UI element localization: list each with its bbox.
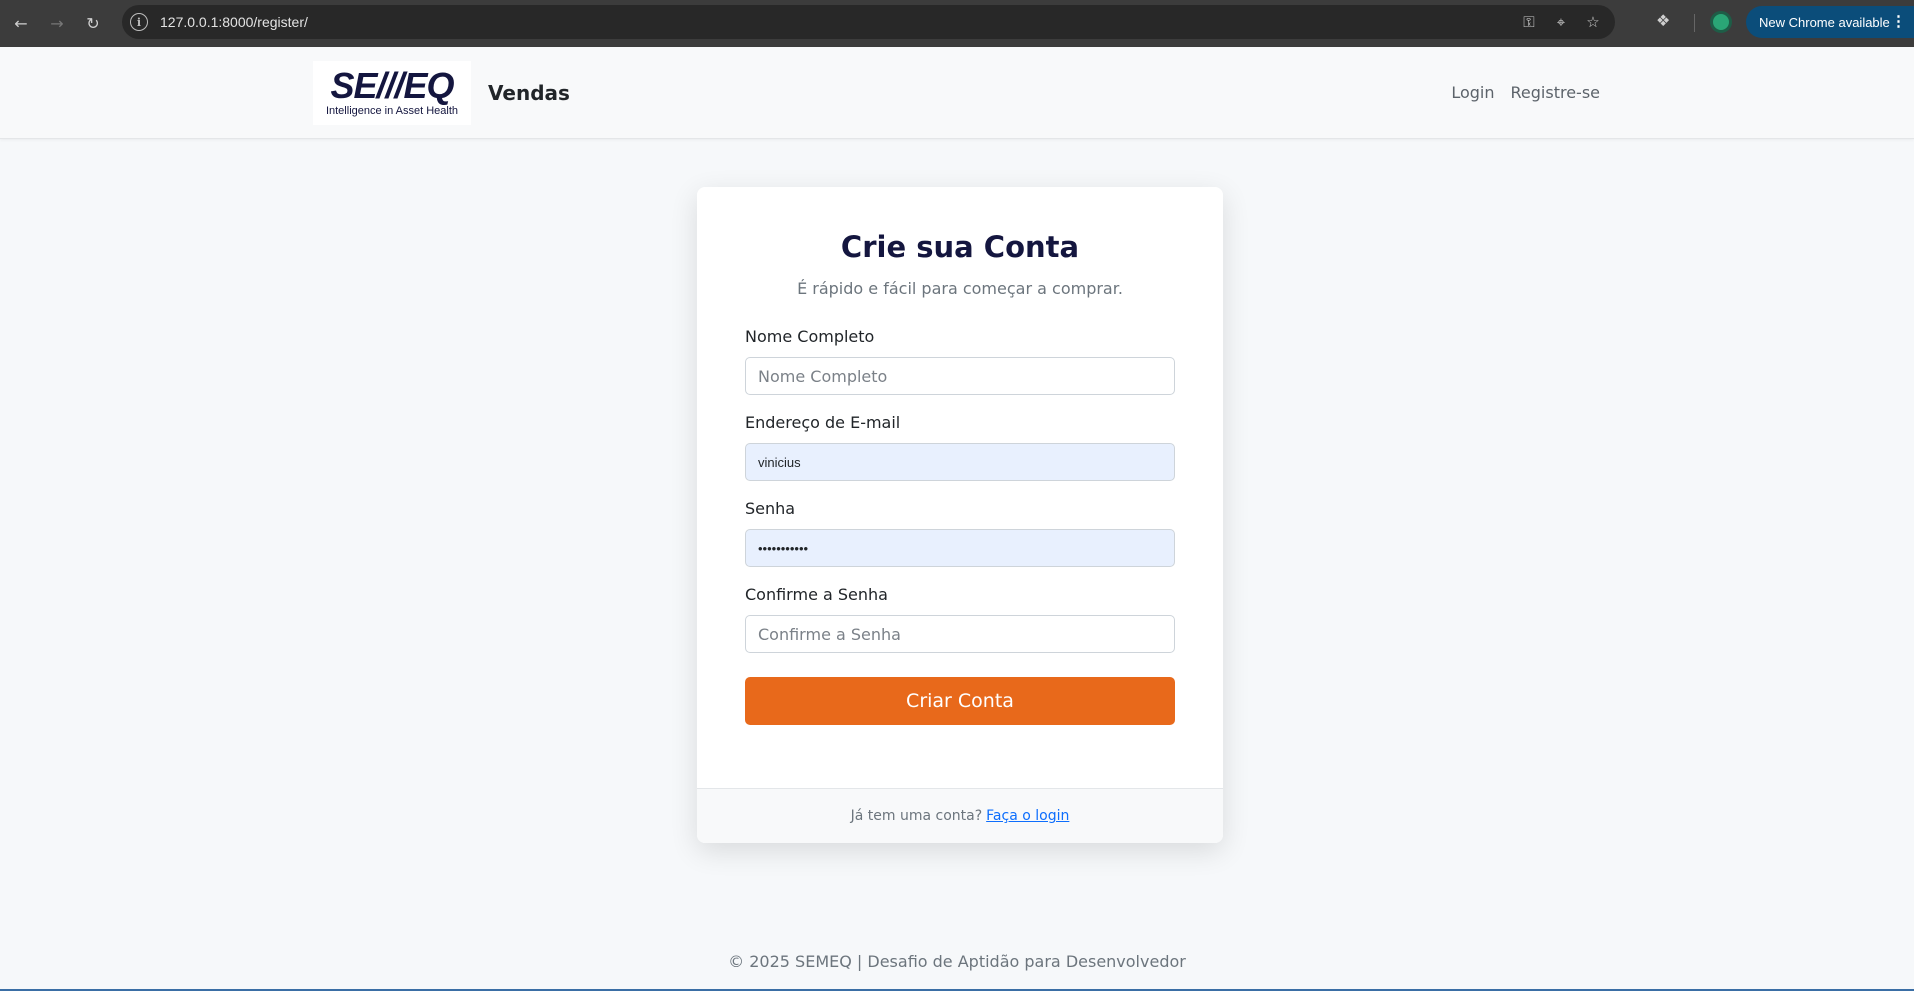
site-info-icon[interactable]: i bbox=[130, 13, 148, 31]
form-subtitle: É rápido e fácil para começar a comprar. bbox=[797, 279, 1123, 298]
site-header: SE///EQ Intelligence in Asset Health Ven… bbox=[0, 47, 1914, 139]
update-label: New Chrome available bbox=[1759, 14, 1890, 30]
toolbar-divider bbox=[1694, 14, 1695, 32]
menu-dots-icon[interactable]: ⋮ bbox=[1891, 12, 1906, 30]
confirm-password-label: Confirme a Senha bbox=[745, 585, 888, 604]
confirm-password-input[interactable] bbox=[745, 615, 1175, 653]
key-icon[interactable]: ⚿ bbox=[1519, 13, 1539, 31]
logo-wordmark: SE///EQ bbox=[330, 65, 454, 106]
back-arrow-icon[interactable]: ← bbox=[6, 9, 36, 39]
brand-title[interactable]: Vendas bbox=[488, 81, 570, 105]
bookmark-star-icon[interactable]: ☆ bbox=[1583, 13, 1603, 31]
browser-toolbar: ← → ↻ i 127.0.0.1:8000/register/ ⚿ ⌖ ☆ ❖… bbox=[0, 0, 1914, 47]
register-card: Crie sua Conta É rápido e fácil para com… bbox=[697, 187, 1223, 843]
login-prompt-text: Já tem uma conta? bbox=[850, 808, 983, 824]
name-label: Nome Completo bbox=[745, 327, 875, 346]
extensions-puzzle-icon[interactable]: ❖ bbox=[1656, 11, 1670, 30]
card-footer: Já tem uma conta? Faça o login bbox=[697, 788, 1223, 843]
login-link[interactable]: Faça o login bbox=[986, 808, 1069, 824]
reload-icon[interactable]: ↻ bbox=[78, 9, 108, 39]
name-input[interactable] bbox=[745, 357, 1175, 395]
logo-tagline: Intelligence in Asset Health bbox=[325, 105, 459, 117]
form-title: Crie sua Conta bbox=[840, 230, 1080, 264]
email-label: Endereço de E-mail bbox=[745, 413, 901, 432]
password-input[interactable] bbox=[745, 529, 1175, 567]
page-footer: © 2025 SEMEQ | Desafio de Aptidão para D… bbox=[728, 952, 1186, 971]
email-input[interactable] bbox=[745, 443, 1175, 481]
nav-register-link[interactable]: Registre-se bbox=[1511, 83, 1600, 102]
password-label: Senha bbox=[745, 499, 796, 518]
forward-arrow-icon[interactable]: → bbox=[42, 9, 72, 39]
location-pin-icon[interactable]: ⌖ bbox=[1551, 13, 1571, 31]
header-nav: Login Registre-se bbox=[1451, 83, 1600, 102]
nav-login-link[interactable]: Login bbox=[1451, 83, 1494, 102]
url-text[interactable]: 127.0.0.1:8000/register/ bbox=[160, 14, 308, 30]
create-account-button[interactable]: Criar Conta bbox=[745, 677, 1175, 725]
profile-avatar[interactable] bbox=[1710, 11, 1732, 33]
semeq-logo[interactable]: SE///EQ Intelligence in Asset Health bbox=[313, 61, 471, 125]
chrome-update-button[interactable]: New Chrome available ⋮ bbox=[1746, 6, 1914, 38]
address-bar[interactable]: i 127.0.0.1:8000/register/ ⚿ ⌖ ☆ bbox=[122, 5, 1615, 39]
